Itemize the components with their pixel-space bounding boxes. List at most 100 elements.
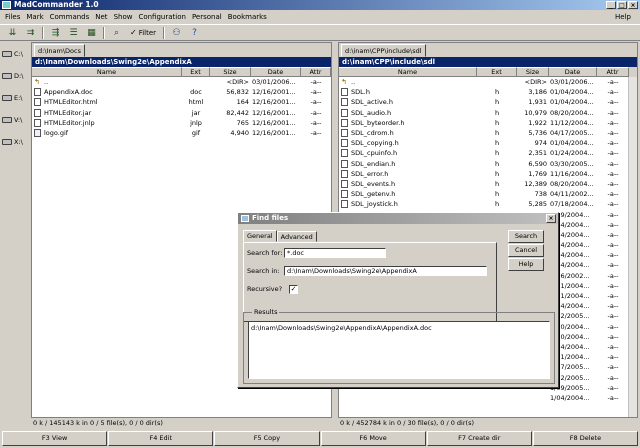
f4-edit-button[interactable]: F4 Edit	[108, 431, 214, 446]
recursive-checkbox[interactable]: ✓	[289, 285, 298, 294]
file-icon	[341, 129, 348, 138]
file-row[interactable]: SDL_cpuinfo.h h 2,351 01/24/2004... -a--	[339, 148, 637, 158]
file-icon	[34, 129, 41, 138]
search-in-input[interactable]: d:\Inam\Downloads\Swing2e\AppendixA	[284, 266, 487, 276]
tab-general[interactable]: General	[243, 230, 277, 242]
drive-x[interactable]: X:\	[2, 132, 28, 152]
results-list[interactable]: d:\Inam\Downloads\Swing2e\AppendixA\Appe…	[248, 321, 550, 379]
menu-configuration[interactable]: Configuration	[135, 10, 188, 24]
f7-create-dir-button[interactable]: F7 Create dir	[426, 431, 532, 446]
file-row[interactable]: HTMLEditor.html html 164 12/16/2001... -a--	[32, 97, 331, 107]
f6-move-button[interactable]: F6 Move	[320, 431, 426, 446]
file-name: ..	[351, 78, 356, 87]
file-row[interactable]: SDL.h h 3,186 01/04/2004... -a--	[339, 87, 637, 97]
result-item[interactable]: d:\Inam\Downloads\Swing2e\AppendixA\Appe…	[251, 324, 547, 332]
file-row[interactable]: SDL_active.h h 1,931 01/04/2004... -a--	[339, 97, 637, 107]
unselect-files-icon[interactable]: ⇉	[24, 27, 37, 39]
help-icon[interactable]: ?	[188, 27, 201, 39]
file-size: <DIR>	[524, 78, 547, 87]
drive-v[interactable]: V:\	[2, 110, 28, 130]
file-icon	[341, 139, 348, 148]
file-name: HTMLEditor.jnlp	[44, 118, 95, 127]
dialog-icon	[241, 215, 249, 222]
drive-label: V:\	[14, 116, 23, 124]
file-name-cell: ↰..	[32, 77, 182, 87]
column-name[interactable]: Name	[339, 67, 477, 77]
drive-icon	[2, 117, 12, 123]
menu-show[interactable]: Show	[111, 10, 136, 24]
file-size: 2,351	[528, 149, 547, 158]
file-row[interactable]: SDL_joystick.h h 5,285 07/18/2004... -a--	[339, 199, 637, 209]
file-row[interactable]: ↰.. <DIR> 03/01/2006... -a--	[32, 77, 331, 87]
search-for-input[interactable]: *.doc	[284, 248, 386, 258]
file-ext: h	[494, 179, 500, 188]
left-panel-tab[interactable]: d:\Inam\Docs	[34, 44, 85, 57]
help-button[interactable]: Help	[508, 258, 544, 271]
file-row[interactable]: ↰.. <DIR> 03/01/2006... -a--	[339, 77, 637, 87]
menu-bookmarks[interactable]: Bookmarks	[225, 10, 270, 24]
binoculars-icon[interactable]: ⌕	[110, 27, 123, 39]
file-row[interactable]: SDL_copying.h h 974 01/04/2004... -a--	[339, 138, 637, 148]
network-icon[interactable]: ⚇	[170, 27, 183, 39]
f8-delete-button[interactable]: F8 Delete	[532, 431, 639, 446]
move-icon[interactable]: ⇶	[49, 27, 62, 39]
column-attr[interactable]: Attr	[597, 67, 629, 77]
file-row[interactable]: SDL_events.h h 12,389 08/20/2004... -a--	[339, 179, 637, 189]
column-date[interactable]: Date	[549, 67, 597, 77]
menu-commands[interactable]: Commands	[47, 10, 93, 24]
f3-view-button[interactable]: F3 View	[2, 431, 108, 446]
file-row[interactable]: SDL_error.h h 1,769 11/16/2004... -a--	[339, 169, 637, 179]
right-scrollbar[interactable]	[628, 77, 637, 417]
filter-button[interactable]: ✓ Filter	[128, 28, 158, 37]
detail-view-icon[interactable]: ▦	[85, 27, 98, 39]
file-attr: -a--	[607, 159, 619, 168]
search-button[interactable]: Search	[508, 230, 544, 243]
column-date[interactable]: Date	[251, 67, 301, 77]
find-files-dialog: Find files × General Advanced Search for…	[237, 212, 559, 388]
drive-e[interactable]: E:\	[2, 88, 28, 108]
drive-c[interactable]: C:\	[2, 44, 28, 64]
file-row[interactable]: AppendixA.doc doc 56,832 12/16/2001... -a--	[32, 87, 331, 97]
file-date: 03/30/2005...	[550, 159, 594, 168]
file-row[interactable]: HTMLEditor.jar jar 82,442 12/16/2001... -a--	[32, 108, 331, 118]
column-ext[interactable]: Ext	[477, 67, 517, 77]
file-row[interactable]: logo.gif gif 4,940 12/16/2001... -a--	[32, 128, 331, 138]
minimize-button[interactable]: _	[606, 1, 616, 9]
file-row[interactable]: SDL_getenv.h h 738 04/11/2002... -a--	[339, 189, 637, 199]
maximize-button[interactable]: □	[617, 1, 627, 9]
menu-files[interactable]: Files	[2, 10, 23, 24]
menu-mark[interactable]: Mark	[23, 10, 46, 24]
menu-help[interactable]: Help	[612, 10, 634, 24]
column-ext[interactable]: Ext	[182, 67, 210, 77]
checkmark-icon: ✓	[130, 28, 137, 37]
f5-copy-button[interactable]: F5 Copy	[214, 431, 320, 446]
cancel-button[interactable]: Cancel	[508, 244, 544, 257]
dialog-close-button[interactable]: ×	[546, 214, 556, 223]
menu-personal[interactable]: Personal	[189, 10, 225, 24]
list-view-icon[interactable]: ☰	[67, 27, 80, 39]
file-row[interactable]: 1/04/2004... -a--	[339, 393, 637, 403]
file-row[interactable]: SDL_endian.h h 6,590 03/30/2005... -a--	[339, 159, 637, 169]
file-name: logo.gif	[44, 129, 69, 138]
file-attr: -a--	[310, 98, 322, 107]
select-files-icon[interactable]: ⇊	[6, 27, 19, 39]
drive-d[interactable]: D:\	[2, 66, 28, 86]
column-attr[interactable]: Attr	[301, 67, 331, 77]
file-attr: -a--	[607, 230, 619, 239]
column-size[interactable]: Size	[517, 67, 549, 77]
file-name: SDL_active.h	[351, 98, 393, 107]
file-attr: -a--	[607, 383, 619, 392]
menu-net[interactable]: Net	[92, 10, 110, 24]
left-column-header: Name Ext Size Date Attr	[32, 67, 331, 77]
parent-folder-icon: ↰	[34, 78, 41, 87]
right-panel-tab[interactable]: d:\inam\CPP\include\sdl	[341, 44, 426, 57]
file-row[interactable]: SDL_byteorder.h h 1,922 11/12/2004... -a--	[339, 118, 637, 128]
file-row[interactable]: SDL_cdrom.h h 5,736 04/17/2005... -a--	[339, 128, 637, 138]
close-button[interactable]: ×	[628, 1, 638, 9]
file-row[interactable]: SDL_audio.h h 10,979 08/20/2004... -a--	[339, 108, 637, 118]
column-size[interactable]: Size	[210, 67, 251, 77]
file-row[interactable]: HTMLEditor.jnlp jnlp 765 12/16/2001... -a--	[32, 118, 331, 128]
column-name[interactable]: Name	[32, 67, 182, 77]
tab-advanced[interactable]: Advanced	[276, 231, 317, 242]
file-ext: h	[494, 108, 500, 117]
